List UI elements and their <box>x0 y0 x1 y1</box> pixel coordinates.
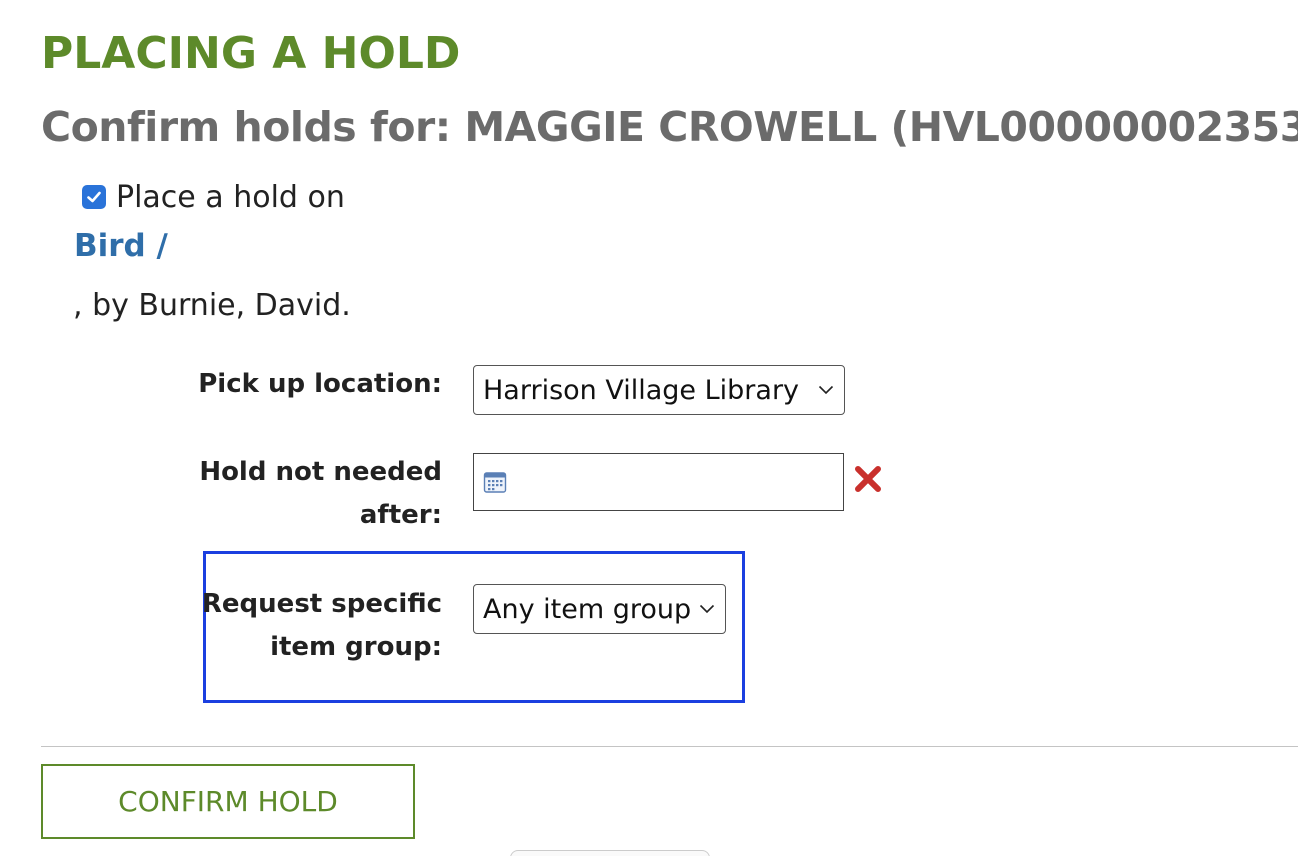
chevron-down-icon <box>818 385 834 395</box>
place-hold-label: Place a hold on <box>116 180 345 215</box>
not-needed-after-date-input[interactable] <box>473 453 844 511</box>
pickup-location-value: Harrison Village Library <box>483 374 800 406</box>
form-divider <box>41 746 1298 747</box>
place-hold-checkbox[interactable] <box>82 184 106 209</box>
item-group-select[interactable]: Any item group <box>473 584 726 634</box>
calendar-icon[interactable] <box>483 470 507 498</box>
chevron-down-icon <box>699 604 715 614</box>
pickup-location-select[interactable]: Harrison Village Library <box>473 365 845 415</box>
item-group-value: Any item group <box>483 593 692 625</box>
pickup-location-label: Pick up location: <box>198 369 442 399</box>
book-title-link[interactable]: Bird / <box>74 228 168 264</box>
not-needed-after-label: Hold not needed after: <box>199 457 442 530</box>
clear-date-icon[interactable] <box>853 464 883 494</box>
patron-subtitle: Confirm holds for: MAGGIE CROWELL (HVL00… <box>41 103 1298 151</box>
page: PLACING A HOLD Confirm holds for: MAGGIE… <box>0 0 1298 856</box>
item-group-label: Request specific item group: <box>201 589 442 662</box>
checkmark-icon <box>87 191 101 202</box>
confirm-hold-button[interactable]: CONFIRM HOLD <box>41 764 415 839</box>
page-title: PLACING A HOLD <box>41 28 461 79</box>
partial-element-edge <box>510 850 710 856</box>
place-hold-row[interactable]: Place a hold on <box>82 180 345 215</box>
book-byline: , by Burnie, David. <box>73 288 351 323</box>
